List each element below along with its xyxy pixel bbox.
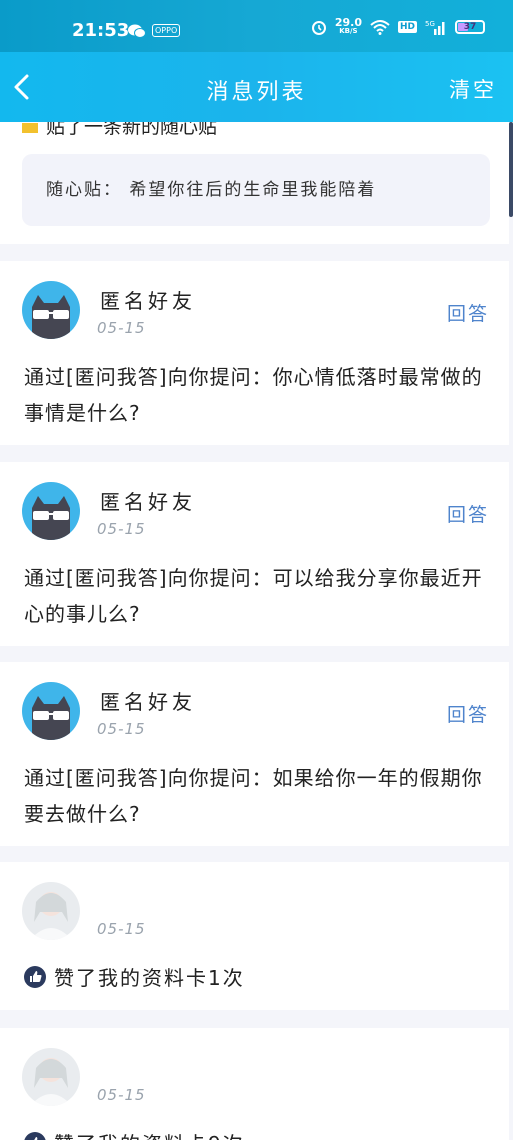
signal-icon: 5G — [425, 20, 445, 35]
page-title: 消息列表 — [206, 80, 307, 105]
scrollbar[interactable] — [509, 122, 513, 217]
thumbs-up-icon — [24, 1131, 46, 1140]
thumbs-up-icon — [24, 965, 46, 988]
like-card[interactable]: 05-15 赞了我的资料卡1次 — [0, 862, 509, 1010]
like-text: 赞了我的资料卡9次 — [54, 1128, 245, 1140]
user-avatar[interactable] — [22, 1048, 80, 1106]
anonymous-avatar[interactable] — [22, 482, 80, 540]
question-text: 通过[匿问我答]向你提问：可以给我分享你最近开心的事儿么? — [24, 566, 483, 626]
answer-button[interactable]: 回答 — [447, 500, 489, 527]
anonymous-avatar[interactable] — [22, 682, 80, 740]
message-date: 05-15 — [97, 720, 146, 738]
like-row: 赞了我的资料卡1次 — [24, 962, 245, 991]
message-date: 05-15 — [97, 520, 146, 538]
wifi-icon — [370, 20, 390, 35]
note-tag-icon — [22, 122, 38, 133]
message-date: 05-15 — [97, 920, 146, 938]
status-right-group: 29.0 KB/S HD 5G 37 — [311, 17, 485, 36]
note-card[interactable]: 贴了一条新的随心贴 随心贴： 希望你往后的生命里我能陪着 — [0, 122, 509, 244]
user-photo — [22, 882, 80, 940]
message-list[interactable]: 贴了一条新的随心贴 随心贴： 希望你往后的生命里我能陪着 匿名好友 05-15 … — [0, 122, 513, 1140]
question-text: 通过[匿问我答]向你提问：如果给你一年的假期你要去做什么? — [24, 766, 483, 826]
question-card[interactable]: 匿名好友 05-15 回答 通过[匿问我答]向你提问：如果给你一年的假期你要去做… — [0, 662, 509, 846]
anonymous-avatar[interactable] — [22, 281, 80, 339]
sender-name: 匿名好友 — [100, 289, 196, 313]
network-speed: 29.0 KB/S — [335, 17, 362, 36]
signal-5g-label: 5G — [425, 20, 435, 28]
like-card[interactable]: 05-15 赞了我的资料卡9次 — [0, 1028, 509, 1140]
question-card[interactable]: 匿名好友 05-15 回答 通过[匿问我答]向你提问：可以给我分享你最近开心的事… — [0, 462, 509, 646]
answer-button[interactable]: 回答 — [447, 700, 489, 727]
message-date: 05-15 — [97, 1086, 146, 1104]
hd-badge: HD — [397, 21, 417, 33]
battery-level: 37 — [463, 22, 477, 32]
status-bar: 21:53 OPPO 29.0 KB/S HD 5G 37 — [0, 0, 513, 52]
alarm-icon — [311, 21, 326, 35]
nav-bar: 消息列表 清空 — [0, 52, 513, 122]
note-quote: 随心贴： 希望你往后的生命里我能陪着 — [22, 154, 490, 226]
anonymous-cat-icon — [22, 482, 80, 540]
anonymous-cat-icon — [22, 281, 80, 339]
question-card[interactable]: 匿名好友 05-15 回答 通过[匿问我答]向你提问：你心情低落时最常做的事情是… — [0, 261, 509, 445]
like-row: 赞了我的资料卡9次 — [24, 1128, 245, 1140]
user-photo — [22, 1048, 80, 1106]
sender-name: 匿名好友 — [100, 690, 196, 714]
note-partial-text: 贴了一条新的随心贴 — [46, 122, 218, 138]
message-date: 05-15 — [97, 319, 146, 337]
like-text: 赞了我的资料卡1次 — [54, 966, 245, 990]
note-card-header: 贴了一条新的随心贴 — [22, 122, 217, 139]
anonymous-cat-icon — [22, 682, 80, 740]
notification-chip: OPPO — [152, 24, 181, 37]
user-avatar[interactable] — [22, 882, 80, 940]
status-time: 21:53 — [72, 20, 130, 41]
battery-icon: 37 — [455, 20, 485, 34]
answer-button[interactable]: 回答 — [447, 299, 489, 326]
wechat-icon — [128, 24, 146, 38]
clear-button[interactable]: 清空 — [449, 74, 497, 104]
sender-name: 匿名好友 — [100, 490, 196, 514]
question-text: 通过[匿问我答]向你提问：你心情低落时最常做的事情是什么? — [24, 365, 483, 425]
